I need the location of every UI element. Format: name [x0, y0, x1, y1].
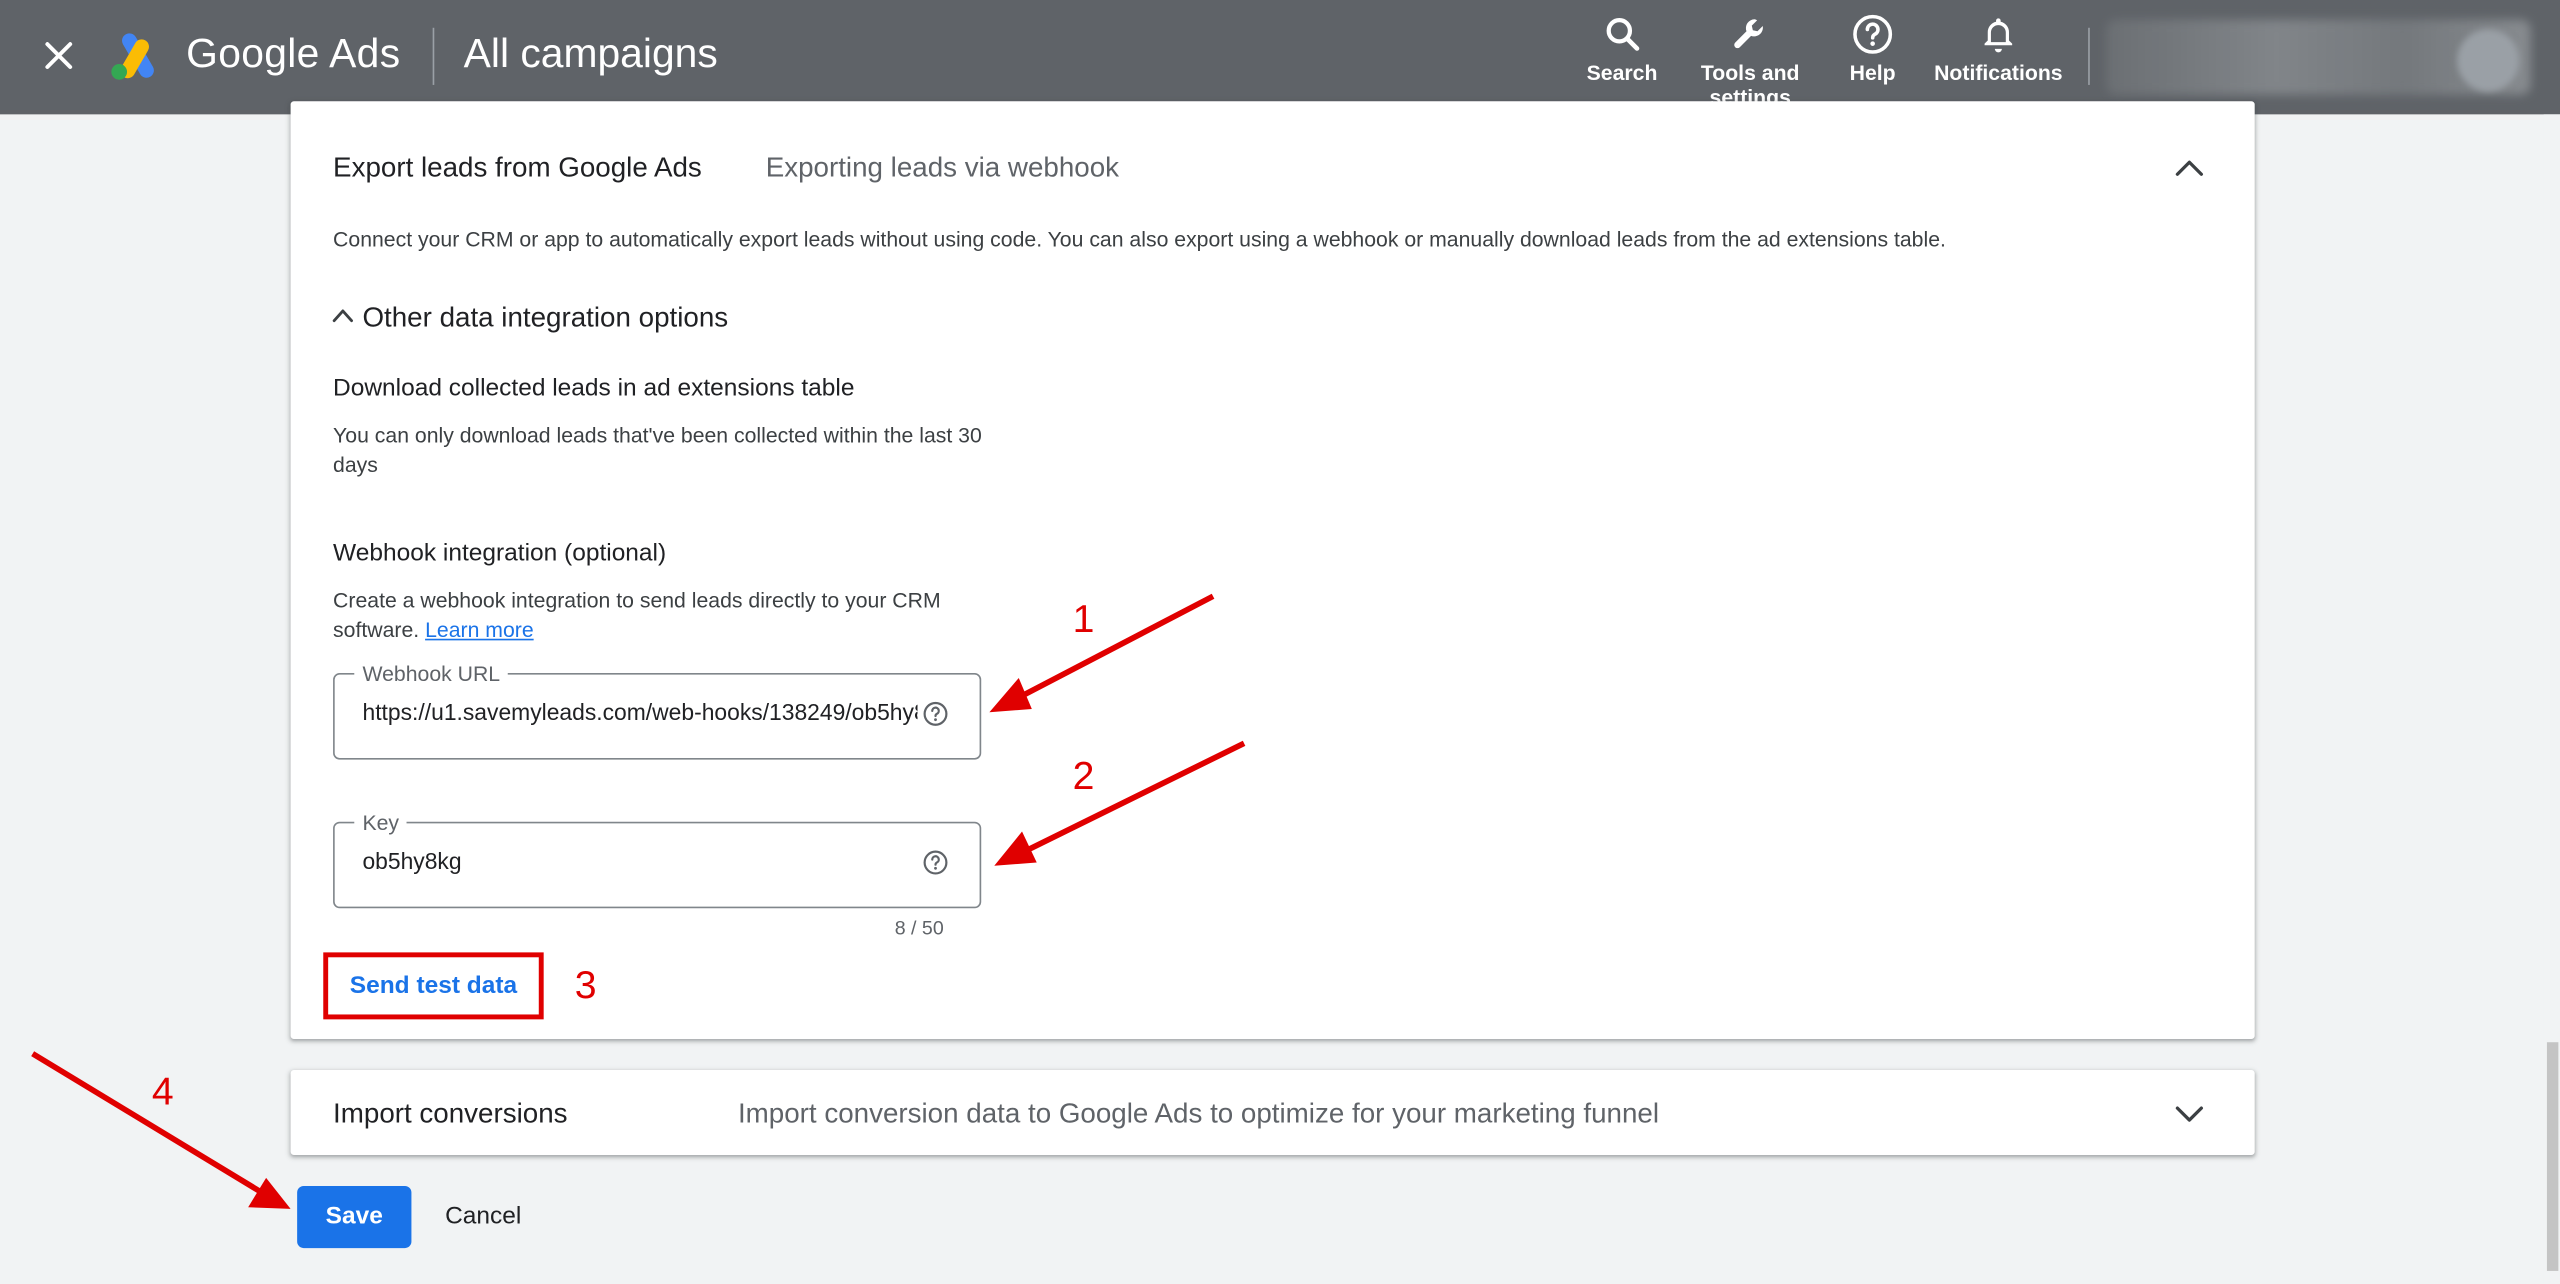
- export-leads-card: Export leads from Google Ads Exporting l…: [290, 101, 2255, 1039]
- tools-label-line1: Tools and: [1700, 60, 1800, 85]
- key-label: Key: [354, 810, 408, 835]
- import-conversions-card[interactable]: Import conversions Import conversion dat…: [290, 1070, 2255, 1155]
- annotation-1: 1: [1072, 597, 1095, 643]
- collapse-chevron-icon[interactable]: [2171, 150, 2207, 186]
- help-circle-icon[interactable]: [922, 849, 948, 875]
- notifications-button[interactable]: Notifications: [1930, 13, 2067, 85]
- avatar[interactable]: [2457, 29, 2520, 92]
- key-input[interactable]: [362, 847, 918, 874]
- help-button[interactable]: Help: [1837, 13, 1909, 85]
- learn-more-link[interactable]: Learn more: [425, 617, 534, 642]
- wrench-icon: [1734, 19, 1763, 49]
- search-label: Search: [1586, 60, 1658, 85]
- help-label: Help: [1849, 60, 1896, 85]
- download-text: You can only download leads that've been…: [333, 423, 982, 478]
- import-section-title: Import conversions: [333, 1097, 568, 1129]
- brand-name: Google Ads: [186, 31, 401, 77]
- cancel-button[interactable]: Cancel: [429, 1186, 537, 1248]
- webhook-url-label: Webhook URL: [354, 661, 509, 687]
- key-field[interactable]: Key: [333, 810, 982, 909]
- export-description: Connect your CRM or app to automatically…: [333, 227, 1946, 252]
- google-ads-logo-icon: [111, 33, 154, 80]
- key-char-counter: 8 / 50: [894, 916, 944, 940]
- expand-chevron-icon[interactable]: [2171, 1096, 2207, 1132]
- webhook-url-input[interactable]: [362, 699, 918, 726]
- header-divider: [432, 27, 435, 85]
- export-section-subtitle: Exporting leads via webhook: [765, 151, 1120, 183]
- webhook-text: Create a webhook integration to send lea…: [333, 586, 986, 645]
- annotation-2: 2: [1072, 754, 1095, 799]
- header-divider-right: [2088, 27, 2090, 85]
- send-test-highlight: Send test data: [323, 952, 544, 1020]
- send-test-data-button[interactable]: Send test data: [328, 957, 539, 1014]
- tools-and-settings-button[interactable]: Tools and settings: [1691, 13, 1809, 109]
- other-options-label: Other data integration options: [362, 302, 729, 334]
- help-circle-icon[interactable]: [922, 701, 948, 727]
- scrollbar-thumb[interactable]: [2546, 1042, 2559, 1271]
- page-title: All campaigns: [463, 31, 718, 77]
- annotation-4: 4: [151, 1070, 174, 1115]
- scrollbar[interactable]: [2543, 114, 2560, 1284]
- bell-icon: [1984, 18, 2013, 53]
- webhook-heading: Webhook integration (optional): [333, 539, 667, 567]
- export-section-title: Export leads from Google Ads: [333, 151, 702, 183]
- notifications-label: Notifications: [1934, 60, 2063, 85]
- webhook-url-field[interactable]: Webhook URL: [333, 661, 982, 760]
- annotation-3: 3: [574, 963, 597, 1008]
- save-button[interactable]: Save: [297, 1185, 412, 1249]
- help-icon: [1853, 14, 1893, 54]
- close-icon[interactable]: [39, 36, 78, 75]
- import-section-subtitle: Import conversion data to Google Ads to …: [737, 1097, 1660, 1129]
- search-icon: [1605, 18, 1639, 51]
- chevron-up-icon: [332, 309, 353, 323]
- other-options-toggle[interactable]: Other data integration options: [330, 302, 728, 335]
- search-button[interactable]: Search: [1577, 13, 1667, 85]
- download-heading: Download collected leads in ad extension…: [333, 374, 855, 402]
- top-app-bar: Google Ads All campaigns Search Tools an…: [0, 0, 2560, 115]
